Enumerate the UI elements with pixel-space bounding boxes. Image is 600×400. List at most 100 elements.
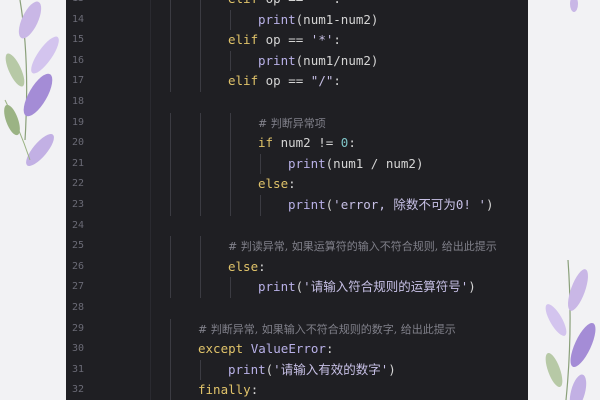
left-foliage-decoration xyxy=(0,0,66,400)
code-line[interactable]: 29 # 判断异常, 如果输入不符合规则的数字, 给出此提示 xyxy=(66,318,528,340)
code-token: : xyxy=(333,0,341,6)
indent-guide xyxy=(200,236,201,257)
code-token: : xyxy=(333,32,341,48)
code-line[interactable]: 14 print(num1-num2) xyxy=(66,9,528,31)
indent-guide xyxy=(230,277,231,298)
line-number: 32 xyxy=(71,384,84,396)
code-line[interactable]: 18 xyxy=(66,92,528,113)
code-token: num2 != xyxy=(273,135,341,151)
code-token: op == xyxy=(258,73,311,89)
code-text: except ValueError: xyxy=(198,339,333,360)
indent-guide xyxy=(170,318,171,340)
code-line[interactable]: 26 else: xyxy=(66,256,528,278)
code-line[interactable]: 31 print('请输入有效的数字') xyxy=(66,359,528,381)
line-number: 22 xyxy=(71,178,84,190)
line-number: 30 xyxy=(71,343,84,355)
indent-guide xyxy=(200,50,201,72)
indent-guide xyxy=(200,174,201,195)
code-line[interactable]: 27 print('请输入符合规则的运算符号') xyxy=(66,277,528,298)
code-token: (num1/num2) xyxy=(295,52,379,68)
code-line[interactable]: 16 print(num1/num2) xyxy=(66,50,528,72)
line-number: 27 xyxy=(71,281,84,293)
indent-guide xyxy=(170,339,171,360)
code-text: finally: xyxy=(198,380,258,400)
line-number: 24 xyxy=(71,219,84,231)
code-token: op == xyxy=(258,32,311,48)
indent-guide xyxy=(170,9,171,31)
indent-guide xyxy=(200,256,201,278)
code-line[interactable]: 24 xyxy=(66,216,528,237)
code-token: ) xyxy=(388,361,396,377)
indent-guide xyxy=(200,195,201,216)
indent-guide xyxy=(170,359,171,381)
indent-guide xyxy=(170,380,171,400)
code-line[interactable]: 30 except ValueError: xyxy=(66,339,528,360)
code-line[interactable]: 15 elif op == '*': xyxy=(66,30,528,51)
indent-guide xyxy=(170,236,171,257)
code-token: : xyxy=(348,135,356,151)
line-number: 26 xyxy=(71,260,84,272)
code-token: else xyxy=(228,258,259,274)
indent-guide xyxy=(170,71,171,92)
code-token: ) xyxy=(468,279,476,295)
code-token: '*' xyxy=(310,32,334,48)
indent-guide xyxy=(260,153,261,175)
line-number: 31 xyxy=(71,363,84,375)
indent-guide xyxy=(200,30,201,51)
indent-guide xyxy=(170,112,171,134)
indent-guide xyxy=(170,0,171,10)
line-number: 15 xyxy=(71,34,84,46)
code-line[interactable]: 21 print(num1 / num2) xyxy=(66,153,528,175)
code-token: else xyxy=(258,176,289,192)
code-line[interactable]: 28 xyxy=(66,298,528,319)
code-token: 'error, 除数不可为0! ' xyxy=(333,197,486,212)
code-line[interactable]: 13 elif op == '-': xyxy=(66,0,528,10)
line-number: 13 xyxy=(66,0,84,10)
code-line[interactable]: 17 elif op == "/": xyxy=(66,71,528,92)
indent-guide xyxy=(230,50,231,72)
line-number: 25 xyxy=(71,240,84,252)
leaf-illustration-left xyxy=(4,0,59,166)
leaf-illustration-right xyxy=(545,0,596,400)
indent-guide xyxy=(200,71,201,92)
line-number: 17 xyxy=(71,75,84,87)
indent-guide xyxy=(200,153,201,175)
code-token: : xyxy=(333,73,341,89)
code-text: print('请输入符合规则的运算符号') xyxy=(258,277,476,298)
code-token: except xyxy=(198,341,244,357)
indent-guide xyxy=(230,174,231,195)
code-token: (num1-num2) xyxy=(295,11,379,27)
code-token: op == xyxy=(258,0,311,6)
code-editor[interactable]: 13elif op == '-':14print(num1-num2)15eli… xyxy=(66,0,528,400)
code-token: : xyxy=(250,382,259,398)
line-number: 19 xyxy=(71,116,84,128)
code-line[interactable]: 32 finally: xyxy=(66,380,528,400)
code-line[interactable]: 22 else: xyxy=(66,174,528,195)
line-number: 23 xyxy=(71,199,84,210)
code-token: elif xyxy=(228,0,258,6)
code-token: '-' xyxy=(311,0,334,6)
code-text: elif op == '-': xyxy=(228,0,341,10)
code-token: (num1 / num2) xyxy=(325,155,424,171)
code-text: print(num1-num2) xyxy=(258,10,378,31)
line-number: 20 xyxy=(71,137,84,149)
code-text: elif op == '*': xyxy=(228,30,341,51)
code-token: elif xyxy=(228,32,259,48)
indent-guide xyxy=(230,9,231,31)
code-line[interactable]: 20 if num2 != 0: xyxy=(66,133,528,154)
code-token: : xyxy=(325,341,334,357)
line-number: 18 xyxy=(71,96,84,107)
code-token: : xyxy=(288,176,296,192)
code-token: ) xyxy=(485,197,494,212)
indent-guide xyxy=(200,112,201,134)
code-text: else: xyxy=(258,174,296,195)
code-token: print xyxy=(288,197,326,212)
indent-guide xyxy=(200,0,201,10)
code-line[interactable]: 19 # 判断异常项 xyxy=(66,112,528,134)
code-line[interactable]: 23 print('error, 除数不可为0! ') xyxy=(66,195,528,216)
code-text: # 判读异常, 如果运算符的输入不符合规则, 给出此提示 xyxy=(228,236,497,258)
line-number: 29 xyxy=(71,322,84,334)
indent-guide xyxy=(170,277,171,298)
code-text: print('请输入有效的数字') xyxy=(228,360,396,381)
code-line[interactable]: 25 # 判读异常, 如果运算符的输入不符合规则, 给出此提示 xyxy=(66,236,528,257)
